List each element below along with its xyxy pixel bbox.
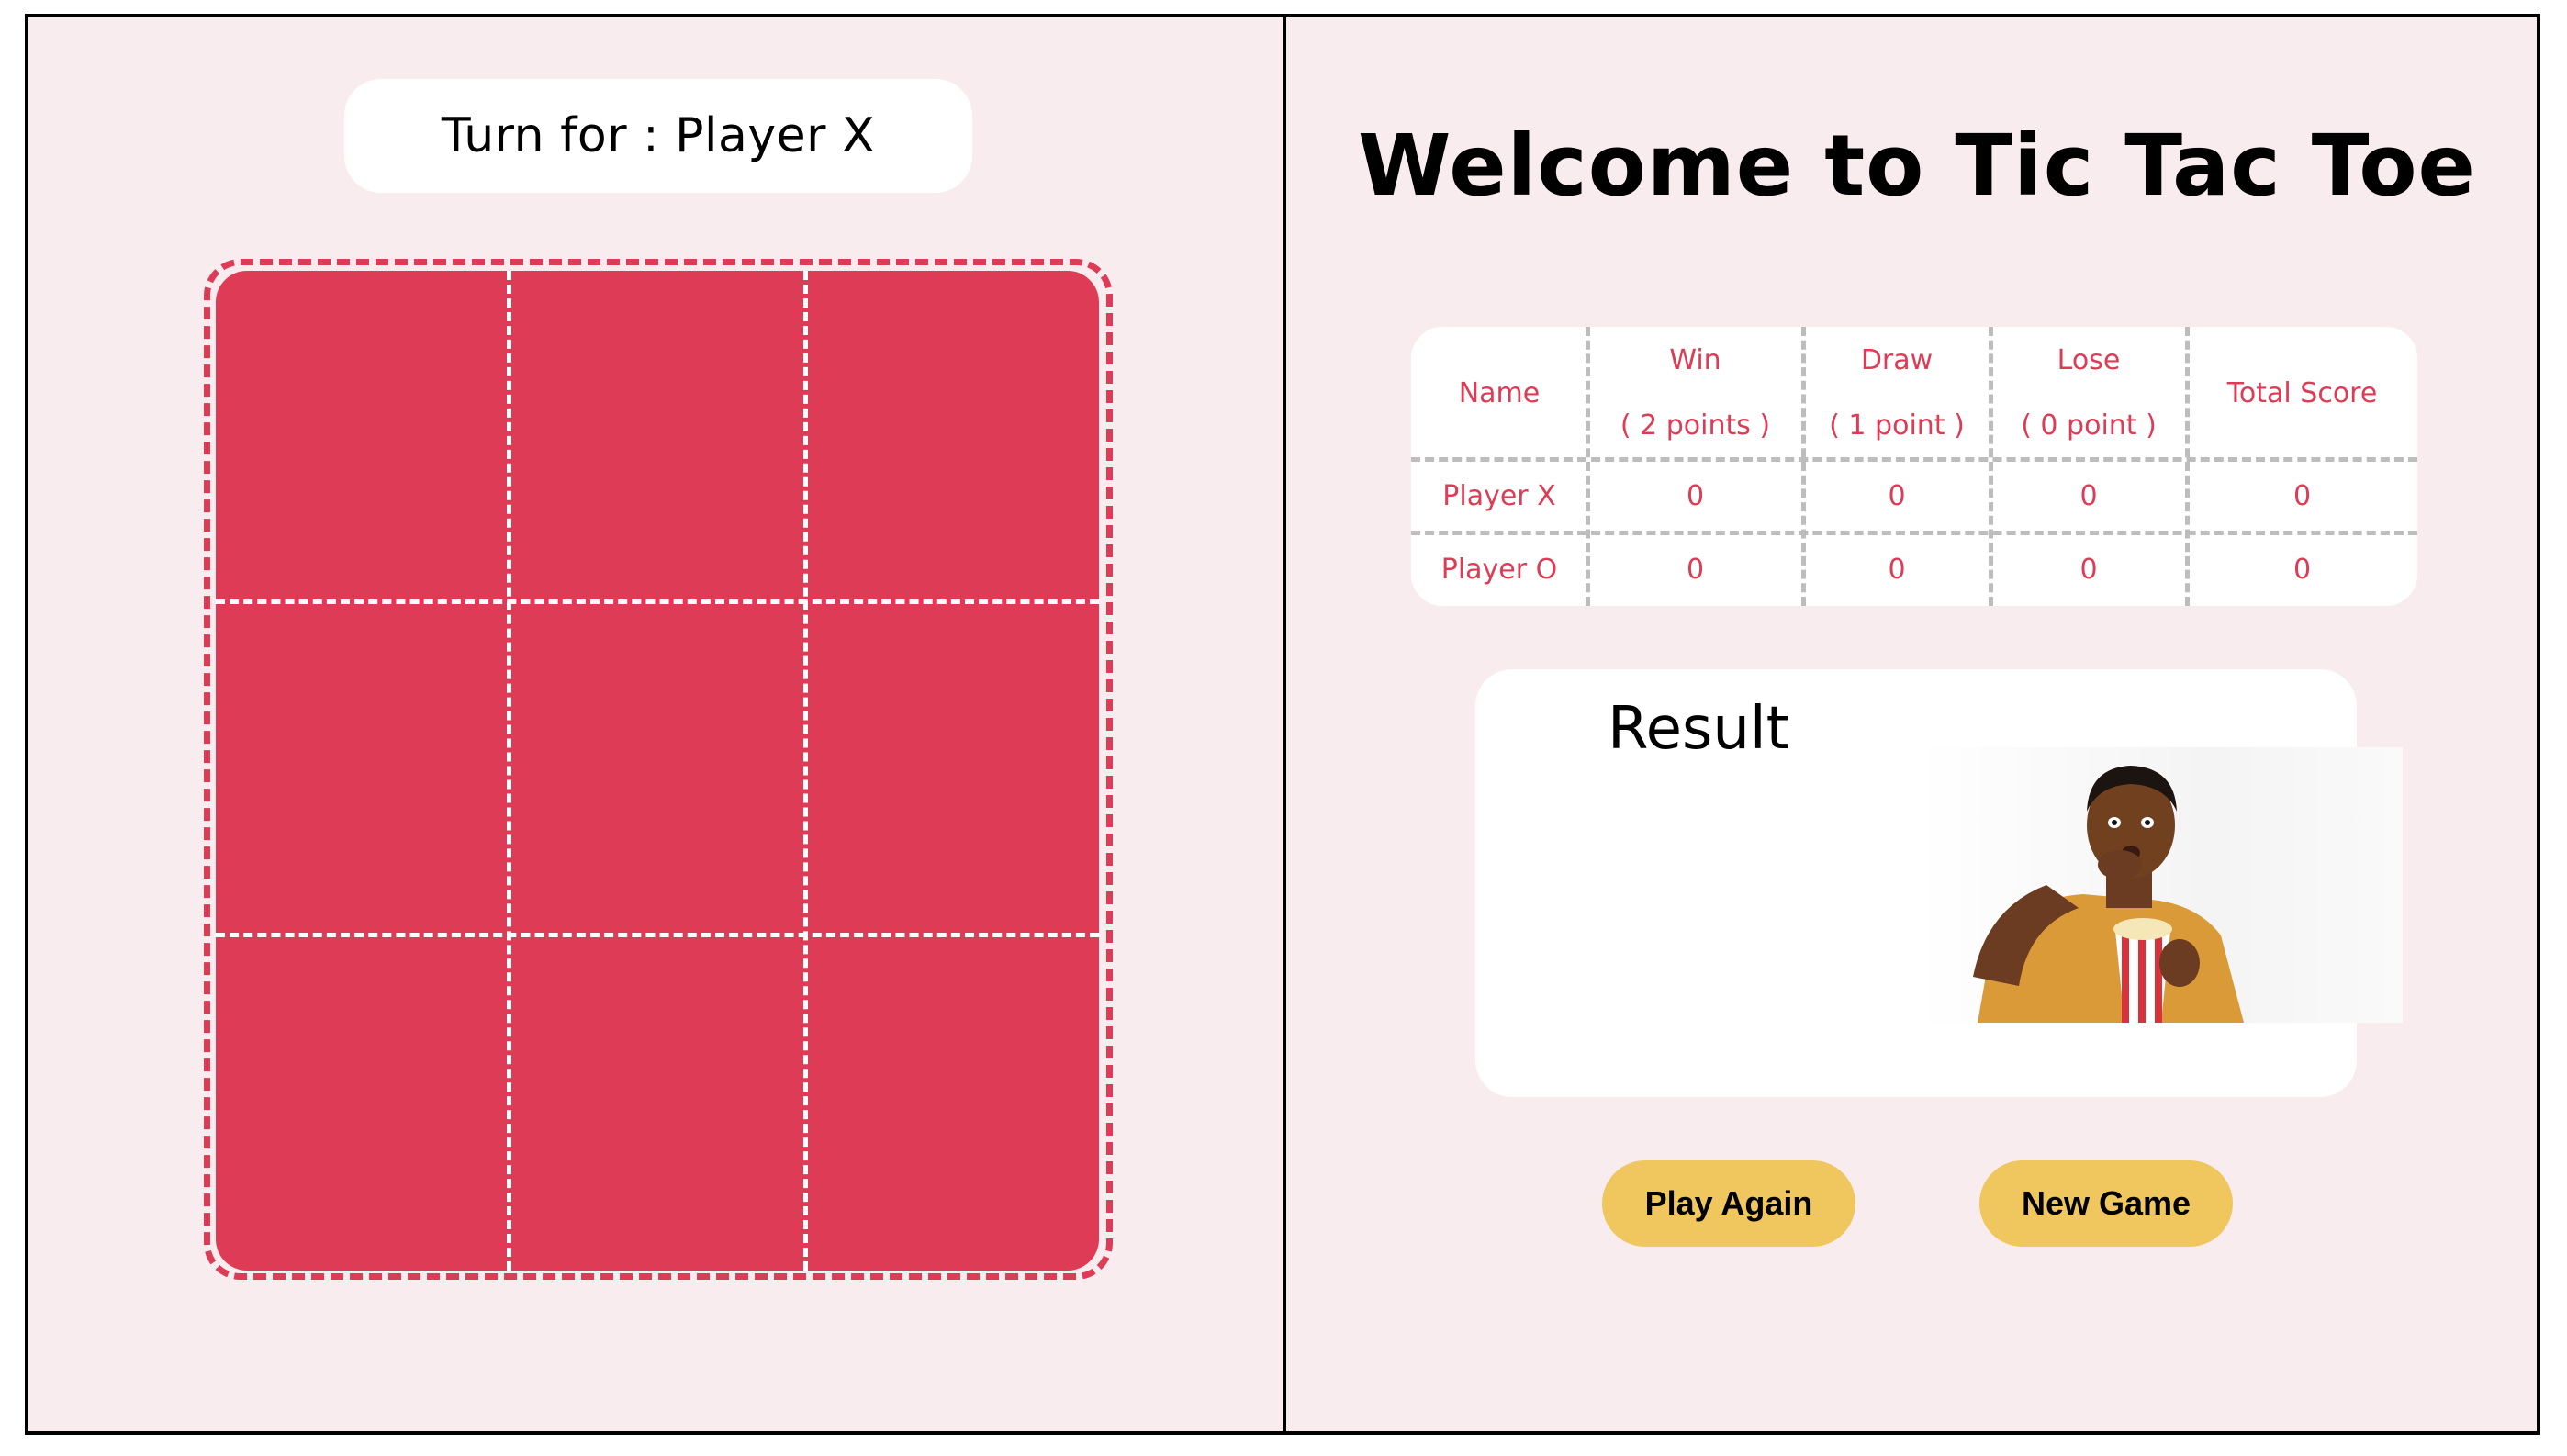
board-cell-9[interactable] (805, 935, 1099, 1271)
board-cell-7[interactable] (216, 935, 509, 1271)
score-table: Name Win ( 2 points ) Draw ( 1 point ) L… (1411, 327, 2417, 606)
result-image (1918, 747, 2403, 1023)
new-game-button[interactable]: New Game (1979, 1160, 2233, 1247)
board-divider (803, 271, 808, 1271)
table-divider (2185, 327, 2190, 606)
table-cell-lose: 0 (2079, 553, 2098, 586)
score-header-lose: Lose ( 0 point ) (1990, 327, 2187, 459)
header-sublabel: ( 2 points ) (1620, 409, 1771, 442)
table-cell-win: 0 (1686, 553, 1705, 586)
board-cell-3[interactable] (805, 271, 1099, 601)
score-header-draw: Draw ( 1 point ) (1803, 327, 1990, 459)
header-sublabel: ( 1 point ) (1829, 409, 1965, 442)
board-divider (507, 271, 511, 1271)
board-cell-5[interactable] (509, 601, 805, 935)
result-title: Result (1608, 695, 1789, 763)
board-cell-4[interactable] (216, 601, 509, 935)
turn-indicator: Turn for : Player X (344, 79, 972, 193)
header-sublabel: ( 0 point ) (2021, 409, 2157, 442)
table-cell-name: Player X (1442, 479, 1556, 512)
board-divider (216, 599, 1099, 604)
play-again-button[interactable]: Play Again (1602, 1160, 1855, 1247)
info-panel: Welcome to Tic Tac Toe Name Win ( 2 poin… (1283, 14, 2540, 1435)
table-divider (1411, 531, 2417, 535)
game-panel: Turn for : Player X (25, 14, 1287, 1435)
board-cell-1[interactable] (216, 271, 509, 601)
table-divider (1411, 457, 2417, 462)
table-cell-win: 0 (1686, 479, 1705, 512)
popcorn-man-illustration (1973, 766, 2244, 1023)
score-header-name: Name (1411, 327, 1587, 459)
board-divider (216, 933, 1099, 937)
header-label: Total Score (2226, 376, 2378, 409)
table-cell-draw: 0 (1888, 553, 1906, 586)
table-cell-total: 0 (2292, 553, 2312, 586)
table-cell-name: Player O (1440, 553, 1558, 586)
result-card: Result (1475, 669, 2403, 1097)
score-header-total: Total Score (2187, 327, 2417, 459)
table-divider (1989, 327, 1993, 606)
turn-label: Turn for : Player X (441, 108, 876, 163)
board-cell-6[interactable] (805, 601, 1099, 935)
table-cell-lose: 0 (2079, 479, 2098, 512)
board-cell-8[interactable] (509, 935, 805, 1271)
page-title: Welcome to Tic Tac Toe (1358, 117, 2476, 215)
table-cell-draw: 0 (1888, 479, 1906, 512)
header-label: Win (1669, 344, 1721, 376)
header-label: Draw (1860, 344, 1934, 376)
table-cell-total: 0 (2292, 479, 2312, 512)
table-divider (1586, 327, 1590, 606)
header-label: Name (1458, 376, 1541, 409)
score-header-win: Win ( 2 points ) (1587, 327, 1803, 459)
game-board (216, 271, 1099, 1271)
header-label: Lose (2057, 344, 2121, 376)
board-cell-2[interactable] (509, 271, 805, 601)
table-divider (1801, 327, 1806, 606)
